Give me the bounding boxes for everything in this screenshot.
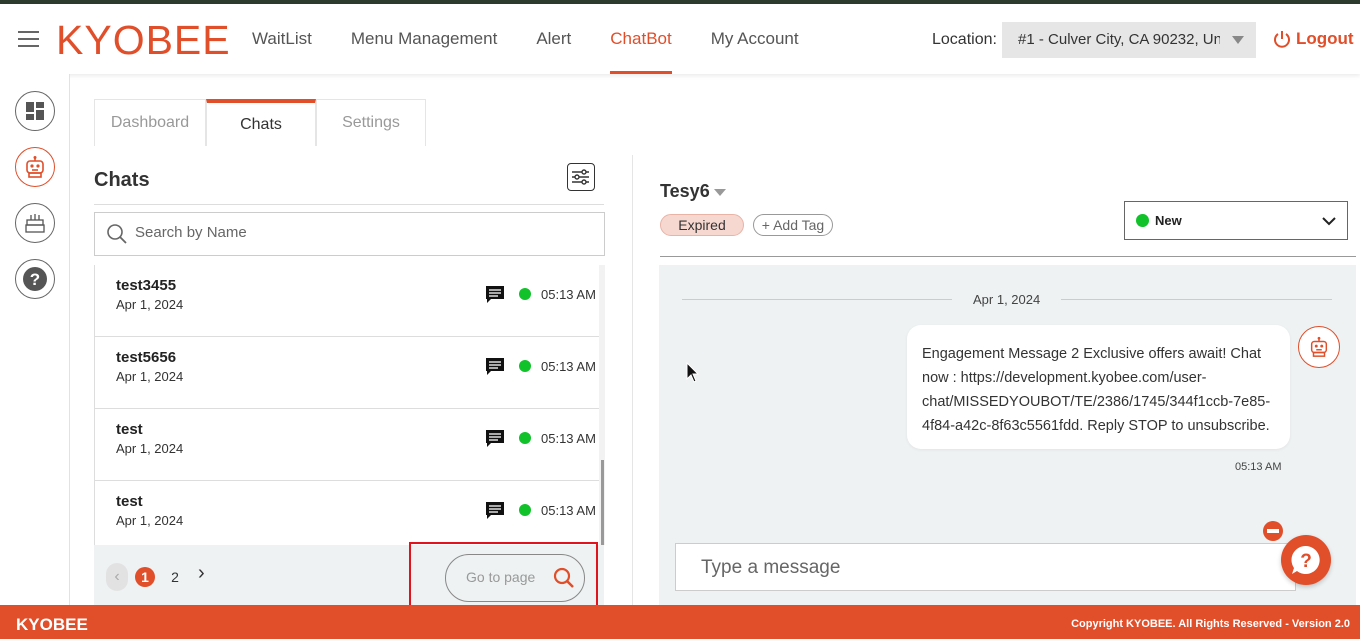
online-status-dot — [519, 432, 531, 444]
search-box — [94, 212, 605, 256]
highlight-outline — [409, 542, 598, 607]
nav-alert[interactable]: Alert — [536, 4, 571, 74]
panel-divider — [632, 155, 633, 605]
chat-time: 05:13 AM — [541, 287, 596, 302]
status-select[interactable]: New — [1124, 201, 1348, 240]
page-1-button[interactable]: 1 — [135, 567, 155, 587]
message-icon — [486, 286, 504, 303]
left-sidebar: ? — [0, 74, 70, 605]
filter-button[interactable] — [567, 163, 595, 191]
tab-chats[interactable]: Chats — [206, 99, 316, 146]
expired-tag: Expired — [660, 214, 744, 236]
nav-my-account[interactable]: My Account — [711, 4, 799, 74]
mouse-cursor-icon — [686, 362, 700, 383]
svg-text:?: ? — [1300, 551, 1312, 572]
tab-dashboard[interactable]: Dashboard — [94, 99, 206, 146]
tab-settings[interactable]: Settings — [316, 99, 426, 146]
robot-icon — [1310, 336, 1328, 357]
page-2-button[interactable]: 2 — [165, 567, 185, 587]
chat-date: Apr 1, 2024 — [116, 513, 184, 528]
location-label: Location: — [932, 31, 997, 48]
online-status-dot — [519, 504, 531, 516]
chat-date: Apr 1, 2024 — [116, 297, 184, 312]
sidebar-dashboard-button[interactable] — [15, 91, 55, 131]
help-bubble-icon: ? — [1291, 545, 1320, 574]
chat-time: 05:13 AM — [541, 359, 596, 374]
chevron-down-icon — [1322, 217, 1336, 226]
online-status-dot — [519, 360, 531, 372]
chat-date: Apr 1, 2024 — [116, 369, 184, 384]
prev-page-button[interactable]: ‹ — [106, 563, 128, 591]
message-input[interactable] — [701, 557, 1261, 579]
message-icon — [486, 502, 504, 519]
help-chat-button[interactable]: ? — [1281, 535, 1331, 585]
next-page-button[interactable]: › — [198, 562, 205, 585]
status-value: New — [1155, 213, 1182, 228]
location-value: #1 - Culver City, CA 90232, United State… — [1018, 31, 1220, 48]
main-nav: WaitList Menu Management Alert ChatBot M… — [252, 4, 838, 74]
chats-divider — [94, 204, 604, 205]
cake-icon — [25, 214, 45, 233]
robot-icon — [26, 156, 44, 178]
chat-name: test — [116, 493, 143, 510]
footer: KYOBEE Copyright KYOBEE. All Rights Rese… — [0, 605, 1360, 639]
chat-list-item[interactable]: test5656 Apr 1, 2024 05:13 AM — [95, 337, 604, 409]
date-separator-line — [1061, 299, 1332, 300]
contact-name[interactable]: Tesy6 — [660, 181, 710, 202]
message-time: 05:13 AM — [1235, 461, 1282, 473]
chatbot-tabs: Dashboard Chats Settings — [94, 99, 426, 146]
chat-list-scroll-thumb[interactable] — [601, 460, 604, 545]
message-bubble: Engagement Message 2 Exclusive offers aw… — [907, 325, 1290, 449]
chats-panel: Chats test3455 Apr 1, 2024 05:13 AM test… — [94, 155, 605, 607]
sidebar-chatbot-button[interactable] — [15, 147, 55, 187]
bot-avatar — [1298, 326, 1340, 368]
message-input-box — [675, 543, 1296, 591]
filter-sliders-icon — [572, 169, 589, 185]
chat-date: Apr 1, 2024 — [116, 441, 184, 456]
online-status-dot — [519, 288, 531, 300]
nav-chatbot[interactable]: ChatBot — [610, 4, 673, 74]
help-icon: ? — [23, 267, 47, 291]
pagination-bar: ‹ 1 2 › — [94, 542, 604, 607]
chat-time: 05:13 AM — [541, 431, 596, 446]
date-separator-line — [682, 299, 952, 300]
chat-name: test3455 — [116, 277, 177, 294]
sidebar-help-button[interactable]: ? — [15, 259, 55, 299]
chat-time: 05:13 AM — [541, 503, 596, 518]
chat-name: test5656 — [116, 349, 177, 366]
dashboard-icon — [26, 102, 44, 120]
footer-brand: KYOBEE — [16, 615, 88, 634]
conversation-area: Apr 1, 2024 Engagement Message 2 Exclusi… — [659, 265, 1356, 605]
chat-list-item[interactable]: test3455 Apr 1, 2024 05:13 AM — [95, 265, 604, 337]
minus-circle-icon[interactable] — [1263, 521, 1283, 541]
message-icon — [486, 358, 504, 375]
conversation-header-divider — [660, 256, 1356, 257]
power-icon — [1274, 31, 1290, 48]
caret-down-icon[interactable] — [714, 189, 726, 196]
footer-copyright: Copyright KYOBEE. All Rights Reserved - … — [1071, 618, 1350, 630]
message-icon — [486, 430, 504, 447]
svg-text:?: ? — [30, 270, 40, 289]
caret-down-icon — [1232, 36, 1244, 44]
chat-name: test — [116, 421, 143, 438]
chat-list: test3455 Apr 1, 2024 05:13 AM test5656 A… — [94, 265, 604, 545]
chat-list-item[interactable]: test Apr 1, 2024 05:13 AM — [95, 409, 604, 481]
logout-label: Logout — [1296, 29, 1354, 48]
search-input[interactable] — [135, 224, 585, 241]
sidebar-birthday-button[interactable] — [15, 203, 55, 243]
add-tag-button[interactable]: + Add Tag — [753, 214, 833, 236]
brand-logo: KYOBEE — [56, 17, 231, 63]
chats-title: Chats — [94, 169, 150, 191]
status-dot — [1136, 214, 1149, 227]
hamburger-menu-icon[interactable] — [18, 31, 39, 47]
search-icon — [107, 224, 127, 244]
location-select[interactable]: #1 - Culver City, CA 90232, United State… — [1002, 22, 1256, 58]
top-header: KYOBEE WaitList Menu Management Alert Ch… — [0, 4, 1360, 74]
nav-waitlist[interactable]: WaitList — [252, 4, 312, 74]
nav-menu-management[interactable]: Menu Management — [351, 4, 497, 74]
chat-list-item[interactable]: test Apr 1, 2024 05:13 AM — [95, 481, 604, 545]
logout-button[interactable]: Logout — [1272, 29, 1354, 49]
date-separator: Apr 1, 2024 — [973, 292, 1041, 307]
